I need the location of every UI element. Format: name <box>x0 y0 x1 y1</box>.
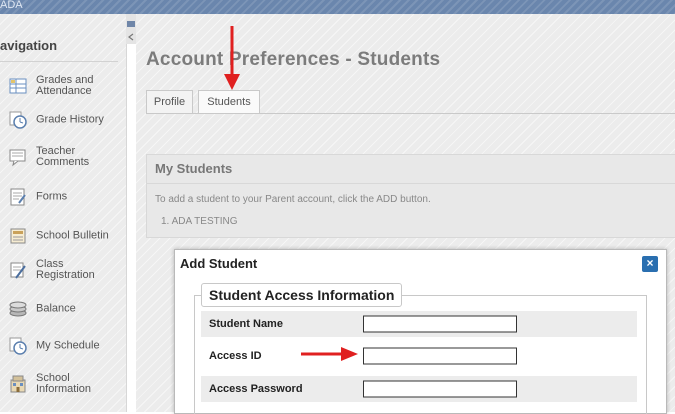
sidebar-item-label: Balance <box>36 302 76 315</box>
sidebar-item-label: School Bulletin <box>36 229 109 242</box>
student-name-input[interactable] <box>363 315 517 333</box>
sidebar-item-teacher-comments[interactable]: Teacher Comments <box>0 139 124 175</box>
dialog-title: Add Student <box>180 256 258 271</box>
sidebar-item-label: My Schedule <box>36 339 100 352</box>
collapse-sidebar-icon[interactable] <box>126 14 136 44</box>
access-password-input[interactable] <box>363 380 517 398</box>
tab-divider <box>146 113 675 114</box>
panel-divider <box>147 183 675 184</box>
access-id-input[interactable] <box>363 347 517 365</box>
my-students-hint: To add a student to your Parent account,… <box>155 194 431 205</box>
field-row-access-id: Access ID <box>201 343 637 369</box>
sidebar: avigation Grades and Attendance Grade Hi… <box>0 14 127 412</box>
grades-icon <box>9 78 27 94</box>
sidebar-item-forms[interactable]: Forms <box>0 179 124 215</box>
student-name-label: Student Name <box>209 318 283 330</box>
registration-icon <box>10 262 26 279</box>
sidebar-item-grades-and-attendance[interactable]: Grades and Attendance <box>0 68 124 104</box>
access-id-label: Access ID <box>209 350 262 362</box>
access-password-label: Access Password <box>209 383 303 395</box>
my-students-title: My Students <box>155 161 233 176</box>
clock-icon <box>9 111 27 129</box>
my-students-panel: My Students To add a student to your Par… <box>146 154 675 238</box>
sidebar-item-my-schedule[interactable]: My Schedule <box>0 328 124 364</box>
sidebar-title: avigation <box>0 38 58 53</box>
clock-icon <box>9 337 27 355</box>
sidebar-divider <box>0 61 118 62</box>
sidebar-item-label: Grades and Attendance <box>36 74 94 97</box>
close-icon[interactable]: × <box>642 256 658 272</box>
fieldset-legend: Student Access Information <box>201 283 403 307</box>
sidebar-item-label: School Information <box>36 372 92 395</box>
sidebar-item-school-information[interactable]: School Information <box>0 366 124 402</box>
building-icon <box>10 375 26 393</box>
field-row-access-password: Access Password <box>201 376 637 402</box>
page-title: Account Preferences - Students <box>146 49 441 70</box>
list-item[interactable]: 1. ADA TESTING <box>161 216 238 227</box>
comments-icon <box>9 149 26 167</box>
field-row-student-name: Student Name <box>201 311 637 337</box>
sidebar-item-label: Teacher Comments <box>36 145 90 168</box>
sidebar-item-label: Class Registration <box>36 258 95 281</box>
annotation-arrow-down-icon <box>224 26 240 90</box>
sidebar-item-class-registration[interactable]: Class Registration <box>0 252 124 288</box>
sidebar-item-school-bulletin[interactable]: School Bulletin <box>0 218 124 254</box>
top-bar-text: ADA <box>0 0 23 11</box>
bulletin-icon <box>10 228 26 244</box>
top-bar: ADA <box>0 0 675 14</box>
sidebar-item-label: Grade History <box>36 113 104 126</box>
tab-profile[interactable]: Profile <box>146 90 193 114</box>
annotation-arrow-right-icon <box>301 347 358 361</box>
forms-icon <box>10 188 26 206</box>
sidebar-item-balance[interactable]: Balance <box>0 291 124 327</box>
sidebar-item-grade-history[interactable]: Grade History <box>0 102 124 138</box>
add-student-dialog: Add Student × Student Access Information… <box>174 249 667 414</box>
coins-icon <box>9 301 27 317</box>
sidebar-item-label: Forms <box>36 190 68 203</box>
tab-students[interactable]: Students <box>198 90 260 114</box>
